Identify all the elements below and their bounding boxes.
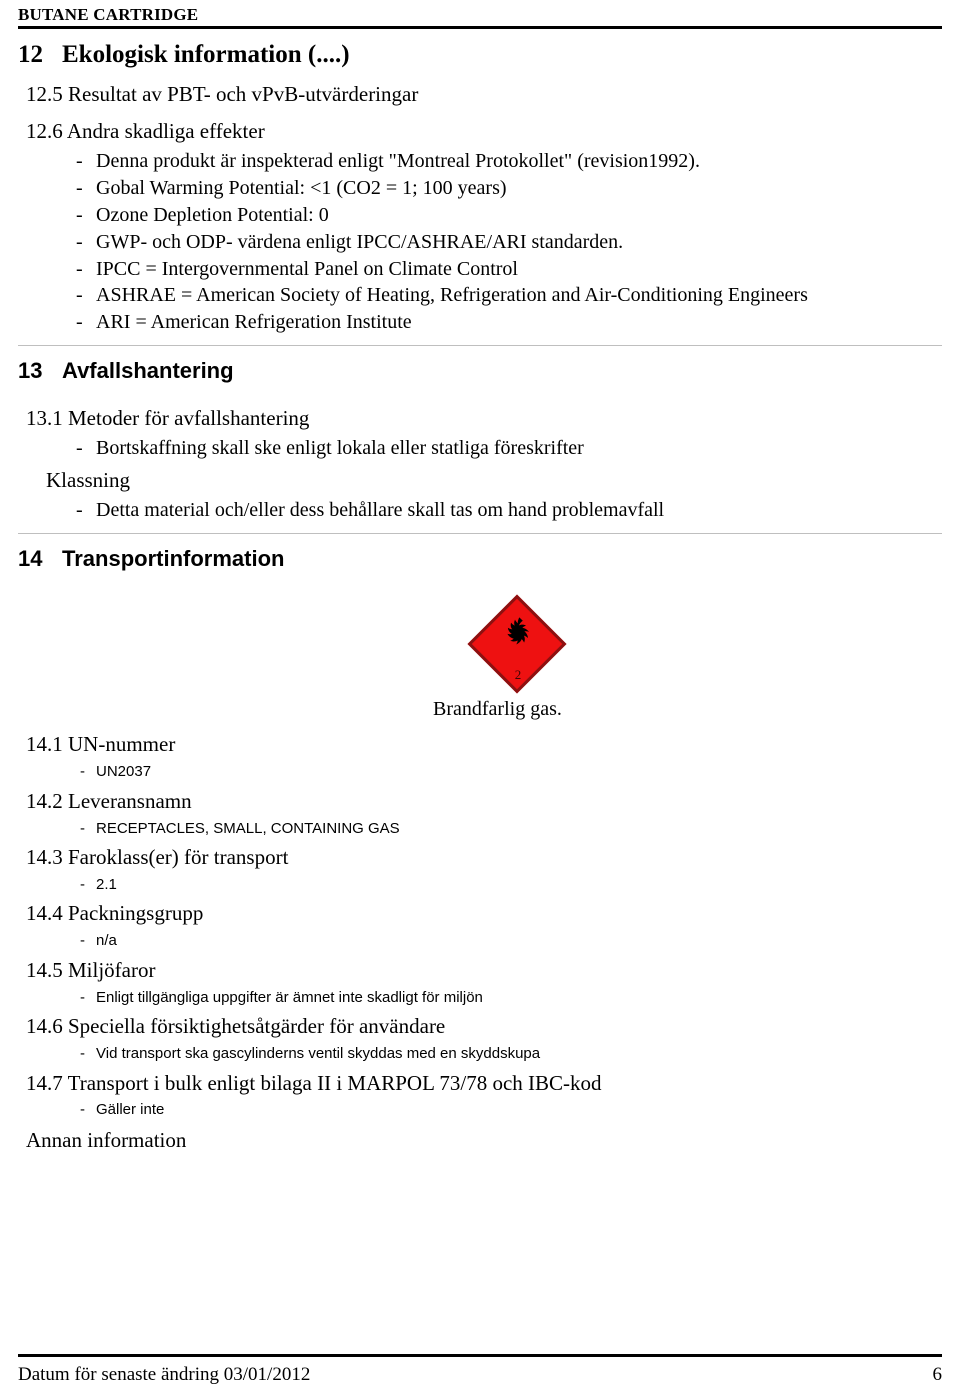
section-14-heading: 14 Transportinformation xyxy=(18,546,942,571)
list-item: - RECEPTACLES, SMALL, CONTAINING GAS xyxy=(18,818,942,841)
bullet-dash: - xyxy=(76,437,83,460)
bullet-dash: - xyxy=(80,1101,85,1119)
subsection-13-1-bullets: - Bortskaffning skall ske enligt lokala … xyxy=(18,435,942,462)
list-item-text: UN2037 xyxy=(96,763,152,781)
list-item: - ASHRAE = American Society of Heating, … xyxy=(18,282,942,309)
list-item-text: 2.1 xyxy=(96,875,117,893)
subsection-14-7-bullets: - Gäller inte xyxy=(18,1099,942,1122)
section-14-number: 14 xyxy=(18,545,43,571)
list-item: - n/a xyxy=(18,930,942,953)
subsection-12-5-label: 12.5 Resultat av PBT- och vPvB-utvärderi… xyxy=(26,81,419,106)
list-item: - IPCC = Intergovernmental Panel on Clim… xyxy=(18,256,942,283)
subsection-14-3-bullets: - 2.1 xyxy=(18,874,942,897)
list-item-text: Bortskaffning skall ske enligt lokala el… xyxy=(96,437,584,460)
subsection-14-1-label: 14.1 UN-nummer xyxy=(26,732,176,757)
section-divider xyxy=(18,344,942,346)
list-item: - Bortskaffning skall ske enligt lokala … xyxy=(18,435,942,462)
subsection-14-7-label: 14.7 Transport i bulk enligt bilaga II i… xyxy=(26,1070,602,1095)
subsection-14-6-label: 14.6 Speciella försiktighetsåtgärder för… xyxy=(26,1014,446,1039)
list-item-text: Vid transport ska gascylinderns ventil s… xyxy=(96,1045,541,1063)
bullet-dash: - xyxy=(76,284,83,307)
subsection-14-5-bullets: - Enligt tillgängliga uppgifter är ämnet… xyxy=(18,987,942,1010)
section-12-heading: 12 Ekologisk information (....) xyxy=(18,41,942,70)
list-item-text: Enligt tillgängliga uppgifter är ämnet i… xyxy=(96,988,483,1006)
bullet-dash: - xyxy=(80,875,85,893)
list-item-text: RECEPTACLES, SMALL, CONTAINING GAS xyxy=(96,819,400,837)
list-item-text: Gobal Warming Potential: <1 (CO2 = 1; 10… xyxy=(96,177,507,200)
list-item: - ARI = American Refrigeration Institute xyxy=(18,309,942,336)
bullet-dash: - xyxy=(80,988,85,1006)
klassning-bullets: - Detta material och/eller dess behållar… xyxy=(18,497,942,524)
footer-rule xyxy=(18,1354,942,1358)
subsection-14-2-label: 14.2 Leveransnamn xyxy=(26,788,192,813)
list-item: - 2.1 xyxy=(18,874,942,897)
subsection-14-5-label: 14.5 Miljöfaror xyxy=(26,957,156,982)
list-item-text: Gäller inte xyxy=(96,1101,165,1119)
subsection-12-6-label: 12.6 Andra skadliga effekter xyxy=(26,119,265,144)
running-header-title: BUTANE CARTRIDGE xyxy=(18,5,199,24)
list-item: - Denna produkt är inspekterad enligt "M… xyxy=(18,148,942,175)
subsection-14-6-bullets: - Vid transport ska gascylinderns ventil… xyxy=(18,1043,942,1066)
list-item: - UN2037 xyxy=(18,761,942,784)
list-item-text: IPCC = Intergovernmental Panel on Climat… xyxy=(96,257,518,280)
bullet-dash: - xyxy=(76,257,83,280)
bullet-dash: - xyxy=(80,763,85,781)
list-item: - Enligt tillgängliga uppgifter är ämnet… xyxy=(18,987,942,1010)
annan-information-label: Annan information xyxy=(26,1127,187,1152)
list-item-text: ASHRAE = American Society of Heating, Re… xyxy=(96,284,808,307)
diamond-contents: 2 xyxy=(470,597,566,693)
hazard-pictogram-caption: Brandfarlig gas. xyxy=(433,698,562,721)
list-item: - GWP- och ODP- värdena enligt IPCC/ASHR… xyxy=(18,229,942,256)
running-header: BUTANE CARTRIDGE xyxy=(18,0,942,29)
list-item: - Detta material och/eller dess behållar… xyxy=(18,497,942,524)
list-item-text: n/a xyxy=(96,932,117,950)
list-item-text: GWP- och ODP- värdena enligt IPCC/ASHRAE… xyxy=(96,230,624,253)
subsection-14-2-bullets: - RECEPTACLES, SMALL, CONTAINING GAS xyxy=(18,818,942,841)
subsection-13-1-label: 13.1 Metoder för avfallshantering xyxy=(26,406,310,431)
bullet-dash: - xyxy=(80,819,85,837)
bullet-dash: - xyxy=(76,150,83,173)
list-item: - Gobal Warming Potential: <1 (CO2 = 1; … xyxy=(18,175,942,202)
list-item: - Gäller inte xyxy=(18,1099,942,1122)
list-item-text: Denna produkt är inspekterad enligt "Mon… xyxy=(96,150,700,173)
list-item-text: ARI = American Refrigeration Institute xyxy=(96,311,412,334)
section-12-number: 12 xyxy=(18,40,43,68)
subsection-14-1-bullets: - UN2037 xyxy=(18,761,942,784)
subsection-14-4-bullets: - n/a xyxy=(18,930,942,953)
bullet-dash: - xyxy=(76,177,83,200)
subsection-14-3-label: 14.3 Faroklass(er) för transport xyxy=(26,845,289,870)
hazard-pictogram-block: 2 Brandfarlig gas. xyxy=(18,594,942,727)
bullet-dash: - xyxy=(76,203,83,226)
section-13-number: 13 xyxy=(18,357,43,383)
hazard-class-number: 2 xyxy=(514,667,522,683)
header-rule xyxy=(18,25,942,29)
document-page: BUTANE CARTRIDGE 12 Ekologisk informatio… xyxy=(0,0,960,1395)
section-12-title: Ekologisk information (....) xyxy=(62,40,350,68)
bullet-dash: - xyxy=(76,230,83,253)
footer-page-number: 6 xyxy=(932,1364,943,1386)
flame-icon xyxy=(507,617,529,645)
subsection-12-6-bullets: - Denna produkt är inspekterad enligt "M… xyxy=(18,148,942,336)
section-13-heading: 13 Avfallshantering xyxy=(18,358,942,383)
bullet-dash: - xyxy=(80,1045,85,1063)
bullet-dash: - xyxy=(80,932,85,950)
subsection-14-4-label: 14.4 Packningsgrupp xyxy=(26,901,204,926)
list-item: - Vid transport ska gascylinderns ventil… xyxy=(18,1043,942,1066)
flammable-gas-diamond-icon: 2 xyxy=(467,594,567,694)
list-item-text: Ozone Depletion Potential: 0 xyxy=(96,203,329,226)
list-item-text: Detta material och/eller dess behållare … xyxy=(96,499,665,522)
document-footer: Datum för senaste ändring 03/01/2012 6 xyxy=(18,1354,942,1387)
footer-revision-date: Datum för senaste ändring 03/01/2012 xyxy=(18,1364,311,1386)
klassning-label: Klassning xyxy=(46,467,130,492)
list-item: - Ozone Depletion Potential: 0 xyxy=(18,202,942,229)
section-13-title: Avfallshantering xyxy=(62,357,234,383)
section-divider xyxy=(18,532,942,534)
bullet-dash: - xyxy=(76,311,83,334)
section-14-title: Transportinformation xyxy=(62,545,285,571)
bullet-dash: - xyxy=(76,499,83,522)
